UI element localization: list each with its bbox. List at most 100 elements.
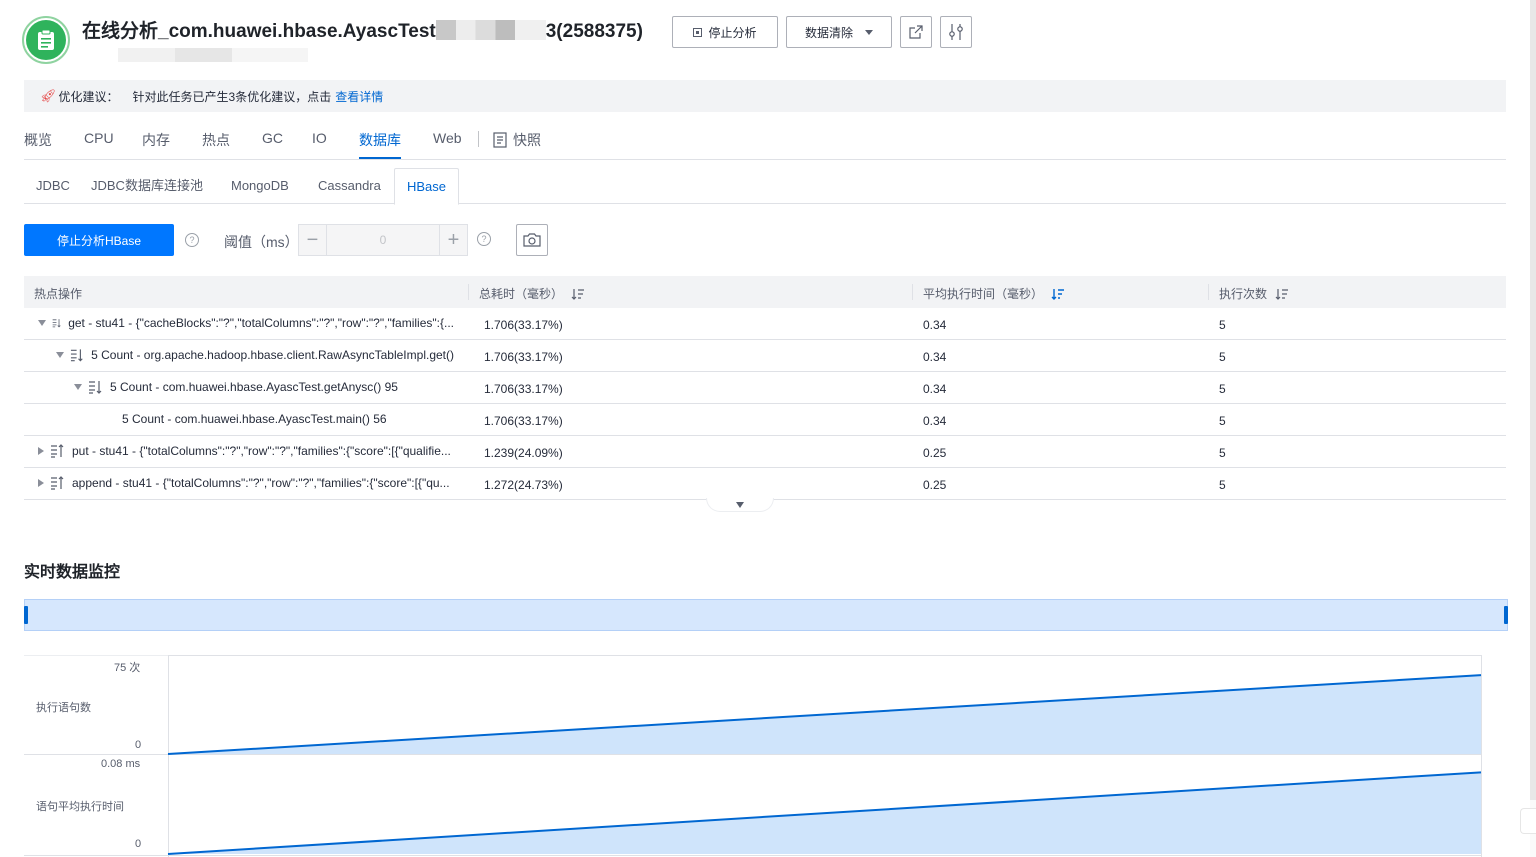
tab-overview[interactable]: 概览 xyxy=(24,130,52,150)
hotspot-op-cell: 5 Count - org.apache.hadoop.hbase.client… xyxy=(56,348,454,362)
sliders-icon xyxy=(949,24,963,40)
page-scrollbar[interactable] xyxy=(1530,0,1536,857)
redacted-block xyxy=(435,20,546,40)
col-total-time[interactable]: 总耗时（毫秒） xyxy=(479,285,585,302)
settings-button[interactable] xyxy=(940,16,972,48)
table-row[interactable]: get - stu41 - {"cacheBlocks":"?","totalC… xyxy=(24,308,1506,340)
expand-toggle-icon[interactable] xyxy=(38,320,46,326)
subtab-jdbc[interactable]: JDBC xyxy=(24,168,82,204)
col-exec-count[interactable]: 执行次数 xyxy=(1219,285,1289,302)
tab-gc[interactable]: GC xyxy=(262,130,283,146)
redacted-subtitle xyxy=(118,48,308,62)
sort-icon[interactable] xyxy=(1275,288,1289,300)
subtab-cassandra[interactable]: Cassandra xyxy=(306,168,393,204)
plus-icon[interactable]: + xyxy=(440,225,467,255)
hotspot-op-text: put - stu41 - {"totalColumns":"?","row":… xyxy=(72,444,451,458)
hotspot-op-text: 5 Count - com.huawei.hbase.AyascTest.get… xyxy=(110,380,398,394)
tab-web[interactable]: Web xyxy=(433,130,462,146)
view-details-link[interactable]: 查看详情 xyxy=(335,88,383,105)
time-range-brush[interactable] xyxy=(24,599,1508,631)
main-tabs: 概览 CPU 内存 热点 GC IO 数据库 Web 快照 xyxy=(24,118,1506,160)
chart2-ymax-label: 0.08 ms xyxy=(101,758,141,770)
tab-hotspot[interactable]: 热点 xyxy=(202,130,230,150)
data-clear-dropdown[interactable]: 数据清除 xyxy=(786,16,892,48)
table-row[interactable]: put - stu41 - {"totalColumns":"?","row":… xyxy=(24,436,1506,468)
suggestion-text: 针对此任务已产生3条优化建议，点击 xyxy=(132,89,332,104)
total-time-cell: 1.706(33.17%) xyxy=(484,318,563,332)
subtab-mongodb[interactable]: MongoDB xyxy=(219,168,301,204)
sort-icon[interactable] xyxy=(571,288,585,300)
title-suffix: 3(2588375) xyxy=(545,21,643,42)
snapshot-button[interactable] xyxy=(516,224,548,256)
col-avg-time[interactable]: 平均执行时间（毫秒） xyxy=(923,285,1065,302)
table-row[interactable]: append - stu41 - {"totalColumns":"?","ro… xyxy=(24,468,1506,500)
exec-count-cell: 5 xyxy=(1219,382,1226,396)
avg-time-cell: 0.34 xyxy=(923,382,947,396)
stop-analysis-button[interactable]: 停止分析 xyxy=(672,16,778,48)
chart1-ylabel: 执行语句数 xyxy=(36,702,91,714)
hotspot-op-text: append - stu41 - {"totalColumns":"?","ro… xyxy=(72,476,450,490)
sort-desc-icon xyxy=(70,349,83,362)
chevron-down-icon xyxy=(736,501,744,508)
export-button[interactable] xyxy=(900,16,932,48)
tab-snapshot-label: 快照 xyxy=(513,132,541,148)
chart1-ymax-label: 75 次 xyxy=(114,662,141,674)
realtime-charts: 75 次 执行语句数 0 0.08 ms 语句平均执行时间 0 xyxy=(24,655,1482,857)
exec-count-cell: 5 xyxy=(1219,350,1226,364)
avg-time-cell: 0.34 xyxy=(923,318,947,332)
help-icon[interactable]: ? xyxy=(185,233,199,247)
stop-hbase-analysis-button[interactable]: 停止分析HBase xyxy=(24,224,174,256)
table-header: 热点操作 总耗时（毫秒） 平均执行时间（毫秒） 执行次数 xyxy=(24,276,1506,308)
floating-side-tab[interactable] xyxy=(1520,808,1536,834)
caret-down-icon xyxy=(865,29,873,35)
threshold-input[interactable]: 0 xyxy=(326,225,440,255)
hotspot-op-cell: append - stu41 - {"totalColumns":"?","ro… xyxy=(38,476,454,490)
hotspot-op-cell: 5 Count - com.huawei.hbase.AyascTest.get… xyxy=(74,380,454,394)
total-time-cell: 1.239(24.09%) xyxy=(484,446,563,460)
sort-desc-active-icon[interactable] xyxy=(1051,288,1065,300)
hotspot-operations-table: 热点操作 总耗时（毫秒） 平均执行时间（毫秒） 执行次数 get - stu41… xyxy=(24,276,1506,500)
realtime-monitor-title: 实时数据监控 xyxy=(24,564,121,581)
data-clear-label: 数据清除 xyxy=(804,25,853,40)
expand-toggle-icon[interactable] xyxy=(74,384,82,390)
scrollbar-thumb[interactable] xyxy=(1530,0,1536,800)
subtab-hbase[interactable]: HBase xyxy=(394,168,460,205)
exec-count-cell: 5 xyxy=(1219,318,1226,332)
threshold-help-icon[interactable]: ? xyxy=(477,232,491,246)
total-time-cell: 1.706(33.17%) xyxy=(484,414,563,428)
avg-time-cell: 0.34 xyxy=(923,414,947,428)
hotspot-op-cell: get - stu41 - {"cacheBlocks":"?","totalC… xyxy=(38,316,454,330)
page-header: 在线分析_com.huawei.hbase.AyascTest 3(2588375… xyxy=(22,14,1422,74)
tab-database[interactable]: 数据库 xyxy=(359,130,401,159)
tab-snapshot[interactable]: 快照 xyxy=(493,130,541,150)
exec-count-cell: 5 xyxy=(1219,414,1226,428)
brush-right-handle[interactable] xyxy=(1504,606,1508,624)
total-time-cell: 1.706(33.17%) xyxy=(484,382,563,396)
chart1-ymin-label: 0 xyxy=(135,739,142,751)
suggestion-label: 优化建议： xyxy=(58,89,119,104)
collapse-toggle-icon[interactable] xyxy=(38,479,44,487)
snapshot-doc-icon xyxy=(493,132,507,148)
collapse-table-toggle[interactable] xyxy=(706,498,774,512)
table-row[interactable]: 5 Count - com.huawei.hbase.AyascTest.get… xyxy=(24,372,1506,404)
sort-asc-icon xyxy=(51,476,64,490)
exec-count-cell: 5 xyxy=(1219,478,1226,492)
hotspot-op-text: 5 Count - org.apache.hadoop.hbase.client… xyxy=(91,348,454,362)
table-row[interactable]: 5 Count - org.apache.hadoop.hbase.client… xyxy=(24,340,1506,372)
tab-io[interactable]: IO xyxy=(312,130,327,146)
table-row[interactable]: 5 Count - com.huawei.hbase.AyascTest.mai… xyxy=(24,404,1506,436)
avg-time-cell: 0.25 xyxy=(923,446,947,460)
expand-toggle-icon[interactable] xyxy=(56,352,64,358)
tab-memory[interactable]: 内存 xyxy=(142,130,170,150)
sort-desc-icon xyxy=(52,319,61,328)
minus-icon[interactable]: − xyxy=(299,225,326,255)
tab-cpu[interactable]: CPU xyxy=(84,130,114,146)
brush-left-handle[interactable] xyxy=(24,606,28,624)
collapse-toggle-icon[interactable] xyxy=(38,447,44,455)
threshold-stepper[interactable]: − 0 + xyxy=(298,224,468,256)
hotspot-op-text: 5 Count - com.huawei.hbase.AyascTest.mai… xyxy=(122,412,387,426)
subtab-jdbc-pool[interactable]: JDBC数据库连接池 xyxy=(79,168,215,204)
stop-icon xyxy=(693,27,703,37)
rocket-icon: 🚀︎ xyxy=(40,88,57,103)
sort-desc-icon xyxy=(89,381,102,394)
